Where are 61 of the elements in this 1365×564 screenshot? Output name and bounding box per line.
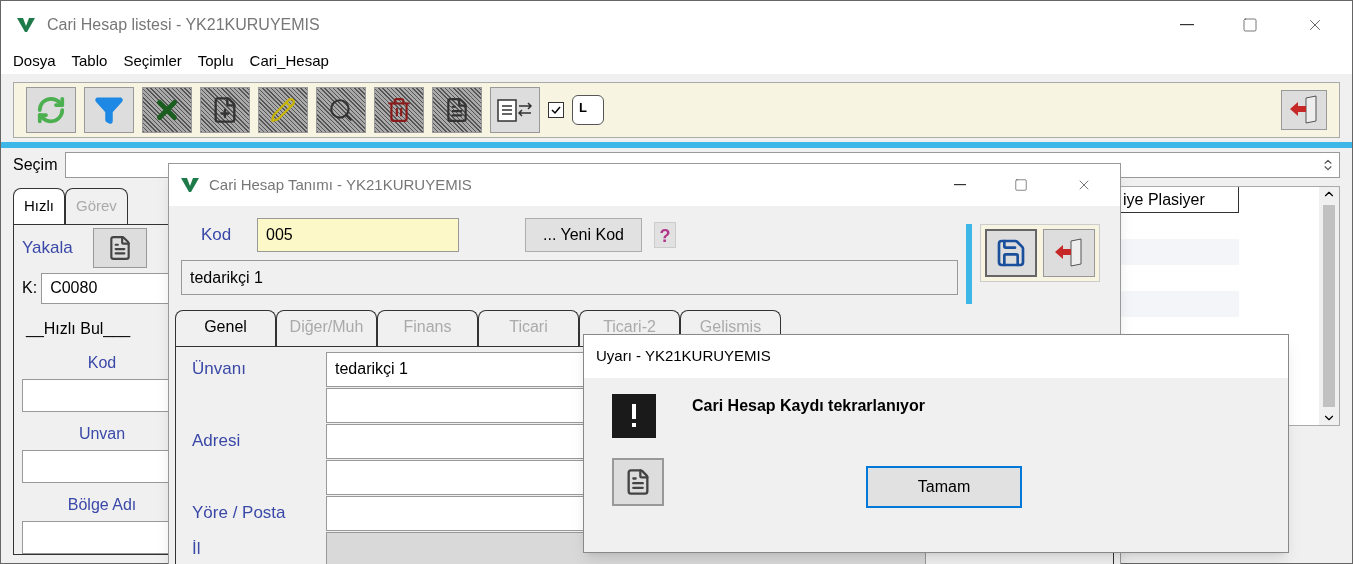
help-button[interactable]: ? [654, 222, 676, 248]
field-label: Yöre / Posta [192, 502, 287, 524]
document-switch-icon [495, 97, 535, 123]
checkmark-icon [550, 104, 562, 116]
selection-label: Seçim [13, 155, 58, 175]
logo-icon [181, 178, 199, 192]
tab[interactable]: Hızlı [13, 188, 65, 224]
code-field[interactable]: 005 [257, 218, 459, 252]
search-icon [328, 97, 354, 123]
document-icon [444, 97, 470, 123]
tab[interactable]: Genel [175, 310, 276, 346]
excel-button[interactable] [142, 87, 192, 133]
maximize-icon [1242, 16, 1258, 33]
quick-find-heading: __Hızlı Bul___ [26, 319, 132, 340]
edit-button[interactable] [258, 87, 308, 133]
new-code-button[interactable]: ... Yeni Kod [525, 218, 642, 252]
scrollbar[interactable] [1319, 187, 1339, 425]
filter-icon [94, 95, 124, 125]
logo-icon [17, 17, 35, 32]
exit-button[interactable] [1281, 90, 1327, 130]
refresh-icon [36, 95, 66, 125]
menu-item[interactable]: Seçimler [123, 49, 182, 73]
search-label: Unvan [77, 424, 127, 444]
window-title: Cari Hesap listesi - YK21KURUYEMIS [47, 14, 320, 35]
exit-door-icon [1053, 238, 1085, 268]
menu-item[interactable]: Dosya [13, 49, 56, 73]
menu-item[interactable]: Tablo [71, 49, 108, 73]
filter-button[interactable] [84, 87, 134, 133]
save-button[interactable] [985, 229, 1037, 277]
alert-message: Cari Hesap Kaydı tekrarlanıyor [692, 396, 926, 416]
menu-item[interactable]: Cari_Hesap [249, 49, 329, 73]
field-label: Adresi [192, 430, 242, 452]
checkbox[interactable] [548, 102, 564, 118]
minimize-icon [954, 184, 966, 186]
ok-button[interactable]: Tamam [866, 466, 1022, 508]
key-button[interactable]: L [572, 95, 604, 125]
copy-button[interactable] [612, 458, 664, 506]
exit-button[interactable] [1043, 229, 1095, 277]
code-label: Kod [200, 224, 233, 247]
trash-icon [386, 97, 412, 123]
search-button[interactable] [316, 87, 366, 133]
menu-item[interactable]: Toplu [197, 49, 234, 73]
k-label: K: [22, 278, 38, 298]
pencil-icon [270, 97, 296, 123]
field-label: Ünvanı [192, 358, 247, 380]
document-switch-button[interactable] [490, 87, 540, 133]
document-button[interactable] [432, 87, 482, 133]
name-field[interactable]: tedarikçi 1 [181, 260, 958, 295]
exit-door-icon [1288, 95, 1320, 125]
window-title: Cari Hesap Tanımı - YK21KURUYEMIS [209, 174, 472, 195]
catch-label: Yakala [22, 237, 73, 260]
minimize-icon [1180, 23, 1194, 26]
delete-button[interactable] [374, 87, 424, 133]
warning-icon [612, 394, 656, 438]
search-label: Bölge Adı [66, 495, 138, 515]
maximize-icon [1014, 178, 1028, 192]
new-button[interactable] [200, 87, 250, 133]
window-title: Uyarı - YK21KURUYEMIS [596, 346, 771, 367]
find-document-button[interactable] [92, 228, 147, 268]
field-label: İl [192, 538, 202, 560]
search-label: Kod [86, 353, 118, 373]
